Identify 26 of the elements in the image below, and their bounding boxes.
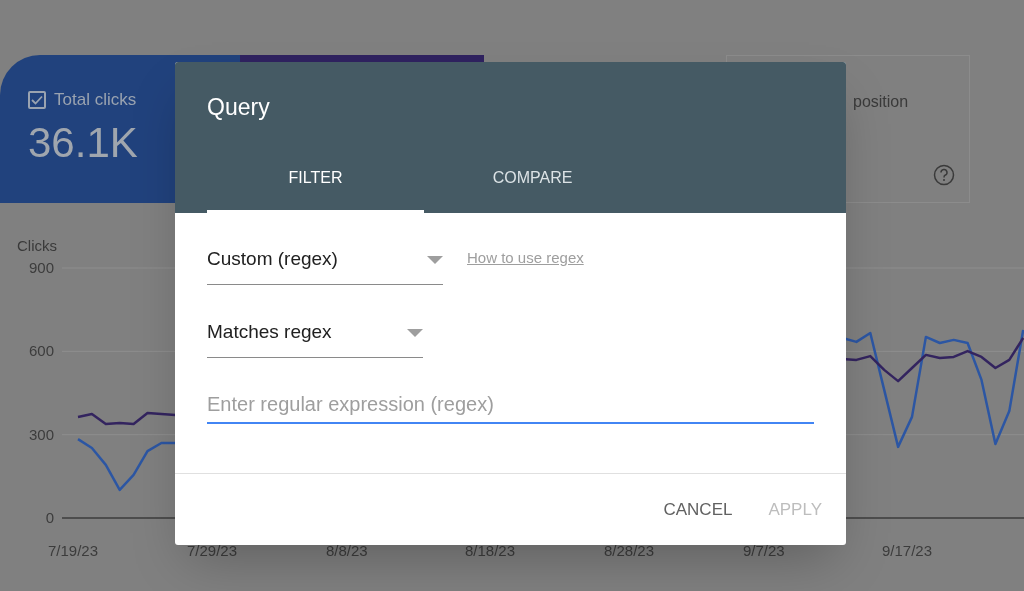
axis-label: 9/17/23 [882,542,933,559]
caret-icon [427,255,443,264]
caret-icon [407,328,423,337]
axis-title: Clicks [17,237,57,254]
dropdown[interactable]: Custom (regex) [207,235,443,285]
axis-label: 0 [45,509,54,526]
tab[interactable]: COMPARE [424,159,641,213]
axis-label: 900 [28,259,54,276]
axis-label: 600 [28,342,54,360]
axis-label: 8/8/23 [326,542,368,559]
checkbox[interactable] [28,90,46,109]
input-field[interactable]: Enter regular expression (regex) [207,386,814,424]
check-icon [31,94,43,105]
axis-label: 8/28/23 [604,542,655,559]
metric-value: 36.1K [28,117,139,168]
tab[interactable]: FILTER [207,159,424,213]
metric-label: Total clicks [54,89,137,111]
axis-label: 7/29/23 [187,542,238,559]
axis-label: 8/18/23 [465,542,516,559]
metric-label: position [853,92,909,112]
axis-label: 9/7/23 [743,542,785,559]
axis-label: 7/19/23 [48,542,99,559]
axis-label: 300 [28,425,54,443]
dropdown[interactable]: Matches regex [207,308,423,358]
help-icon[interactable] [933,164,955,186]
dialog-button[interactable]: CANCEL [663,496,733,523]
